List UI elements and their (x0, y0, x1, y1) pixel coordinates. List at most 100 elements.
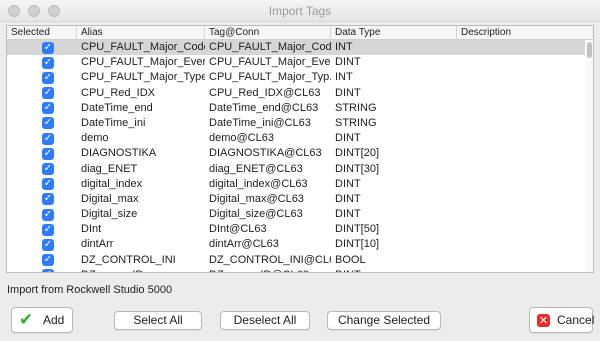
column-header-selected[interactable]: Selected (7, 26, 77, 40)
tag-conn-cell: DInt@CL63 (209, 223, 267, 236)
selected-checkbox[interactable]: ✓ (42, 269, 54, 272)
selected-checkbox[interactable]: ✓ (42, 223, 54, 236)
description-cell (457, 253, 585, 268)
tag-conn-cell: diag_ENET@CL63 (209, 162, 303, 175)
column-header-description[interactable]: Description (457, 26, 593, 40)
cancel-button-label: Cancel (557, 313, 595, 327)
data-type-cell: DINT (335, 208, 361, 221)
selected-checkbox[interactable]: ✓ (42, 117, 54, 130)
table-row[interactable]: ✓ CPU_FAULT_Major_Code CPU_FAULT_Major_Cod… (7, 40, 585, 56)
alias-cell: DateTime_ini (81, 116, 146, 129)
selected-checkbox[interactable]: ✓ (42, 147, 54, 160)
table-row[interactable]: ✓ Digital_max Digital_max@CL63 DINT (7, 192, 585, 207)
alias-cell: diag_ENET (81, 162, 138, 175)
change-selected-button[interactable]: Change Selected (327, 311, 441, 330)
tag-conn-cell: DZ_CONTROL_INI@CL63 (209, 253, 331, 266)
description-cell (457, 177, 585, 192)
tag-conn-cell: CPU_FAULT_Major_Typ... (209, 71, 331, 84)
table-row[interactable]: ✓ diag_ENET diag_ENET@CL63 DINT[30] (7, 162, 585, 177)
selected-checkbox[interactable]: ✓ (42, 238, 54, 251)
data-type-cell: DINT (335, 86, 361, 99)
green-check-icon: ✔ (19, 310, 34, 330)
select-all-button[interactable]: Select All (114, 311, 202, 330)
selected-checkbox[interactable]: ✓ (42, 163, 54, 175)
data-type-cell: INT (335, 71, 353, 84)
selected-checkbox[interactable]: ✓ (42, 132, 54, 145)
description-cell (457, 101, 585, 116)
cancel-button[interactable]: ✕ Cancel (529, 307, 595, 333)
alias-cell: Digital_size (81, 208, 138, 221)
scrollbar-thumb[interactable] (587, 42, 592, 58)
selected-checkbox[interactable]: ✓ (42, 178, 54, 191)
data-type-cell: STRING (335, 101, 377, 114)
description-cell (457, 70, 585, 85)
table-body: ✓ CPU_FAULT_Major_Code CPU_FAULT_Major_Cod… (7, 40, 585, 272)
description-cell (457, 222, 585, 237)
data-type-cell: INT (335, 41, 353, 53)
vertical-scrollbar[interactable] (585, 40, 593, 272)
table-row[interactable]: ✓ CPU_FAULT_Major_Type CPU_FAULT_Major_Typ… (7, 70, 585, 85)
tag-conn-cell: CPU_FAULT_Major_Code... (209, 41, 331, 53)
table-row[interactable]: ✓ CPU_FAULT_Major_Event CPU_FAULT_Major_Ev… (7, 55, 585, 70)
table-row[interactable]: ✓ DZ_CONTROL_INI DZ_CONTROL_INI@CL63 BOOL (7, 253, 585, 268)
selected-checkbox[interactable]: ✓ (42, 208, 54, 221)
alias-cell: DInt (81, 223, 102, 236)
table-row[interactable]: ✓ demo demo@CL63 DINT (7, 131, 585, 146)
table-row[interactable]: ✓ DZ_open_IDDZ_open_ID@CL63DINT (7, 268, 585, 272)
tag-conn-cell: Digital_max@CL63 (209, 192, 304, 205)
data-type-cell: DINT (335, 177, 361, 190)
tag-conn-cell: CPU_Red_IDX@CL63 (209, 86, 321, 99)
description-cell (457, 131, 585, 146)
table-header: Selected Alias Tag@Conn Data Type Descri… (7, 26, 593, 40)
selected-checkbox[interactable]: ✓ (42, 193, 54, 206)
tag-conn-cell: dintArr@CL63 (209, 238, 279, 251)
description-cell (457, 55, 585, 70)
deselect-all-button[interactable]: Deselect All (220, 311, 310, 330)
selected-checkbox[interactable]: ✓ (42, 71, 54, 84)
data-type-cell: DINT[30] (335, 162, 380, 175)
selected-checkbox[interactable]: ✓ (42, 87, 54, 100)
description-cell (457, 162, 585, 177)
table-row[interactable]: ✓ digital_index digital_index@CL63 DINT (7, 177, 585, 192)
alias-cell: DIAGNOSTIKA (81, 147, 157, 160)
table-row[interactable]: ✓ Digital_size Digital_size@CL63 DINT (7, 207, 585, 222)
tag-conn-cell: DZ_open_ID@CL63 (205, 268, 331, 272)
description-cell (457, 207, 585, 222)
tag-conn-cell: DateTime_end@CL63 (209, 101, 319, 114)
data-type-cell: DINT (335, 132, 361, 145)
window-title: Import Tags (268, 4, 332, 18)
tag-conn-cell: demo@CL63 (209, 132, 274, 145)
column-header-alias[interactable]: Alias (77, 26, 205, 40)
data-type-cell: STRING (335, 116, 377, 129)
alias-cell: CPU_Red_IDX (81, 86, 155, 99)
table-row[interactable]: ✓ dintArr dintArr@CL63 DINT[10] (7, 237, 585, 252)
table-row[interactable]: ✓ DateTime_ini DateTime_ini@CL63 STRING (7, 116, 585, 131)
red-x-icon: ✕ (537, 314, 550, 327)
alias-cell: dintArr (81, 238, 114, 251)
alias-cell: digital_index (81, 177, 143, 190)
title-bar: Import Tags (0, 0, 600, 22)
column-header-tag-conn[interactable]: Tag@Conn (205, 26, 331, 40)
tag-conn-cell: digital_index@CL63 (209, 177, 308, 190)
alias-cell: Digital_max (81, 192, 139, 205)
selected-checkbox[interactable]: ✓ (42, 56, 54, 69)
table-row[interactable]: ✓ DInt DInt@CL63 DINT[50] (7, 222, 585, 237)
table-row[interactable]: ✓ CPU_Red_IDX CPU_Red_IDX@CL63 DINT (7, 86, 585, 101)
selected-checkbox[interactable]: ✓ (42, 102, 54, 115)
description-cell (457, 116, 585, 131)
data-type-cell: DINT (335, 192, 361, 205)
data-type-cell: DINT (335, 56, 361, 69)
alias-cell: CPU_FAULT_Major_Code (81, 41, 205, 53)
selected-checkbox[interactable]: ✓ (42, 41, 54, 54)
description-cell (457, 192, 585, 207)
description-cell (457, 268, 585, 272)
add-button[interactable]: ✔ Add (11, 307, 73, 333)
alias-cell: DZ_CONTROL_INI (81, 253, 176, 266)
table-row[interactable]: ✓ DateTime_end DateTime_end@CL63 STRING (7, 101, 585, 116)
selected-checkbox[interactable]: ✓ (42, 254, 54, 267)
add-button-label: Add (43, 313, 65, 327)
alias-cell: CPU_FAULT_Major_Event (81, 56, 205, 69)
table-row[interactable]: ✓ DIAGNOSTIKA DIAGNOSTIKA@CL63 DINT[20] (7, 146, 585, 161)
column-header-data-type[interactable]: Data Type (331, 26, 457, 40)
tags-table[interactable]: Selected Alias Tag@Conn Data Type Descri… (6, 25, 594, 273)
